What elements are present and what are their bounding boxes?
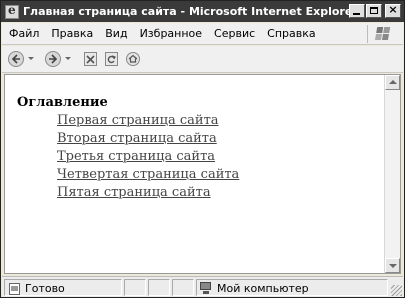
refresh-icon	[107, 55, 116, 64]
toc-item: Вторая страница сайта	[57, 131, 239, 149]
toc-link-1[interactable]: Первая страница сайта	[57, 113, 219, 128]
menu-bar: Файл Правка Вид Избранное Сервис Справка	[2, 23, 403, 45]
back-arrow-icon	[11, 54, 20, 64]
menu-file[interactable]: Файл	[2, 27, 45, 40]
status-pane-empty	[124, 279, 146, 296]
toc-link-2[interactable]: Вторая страница сайта	[57, 131, 217, 146]
arrow-up-icon	[389, 80, 397, 84]
windows-flag-icon	[374, 27, 392, 41]
stop-icon	[86, 55, 95, 64]
window-title: Главная страница сайта - Microsoft Inter…	[23, 5, 358, 18]
forward-dropdown[interactable]	[65, 57, 71, 60]
close-button[interactable]: ×	[385, 3, 401, 18]
menu-view[interactable]: Вид	[99, 27, 133, 40]
scroll-down-button[interactable]	[385, 258, 400, 273]
computer-icon	[200, 282, 212, 294]
toc-item: Пятая страница сайта	[57, 185, 239, 203]
toolbar	[2, 46, 403, 73]
close-icon: ×	[388, 3, 398, 16]
toc-item: Четвертая страница сайта	[57, 167, 239, 185]
menu-tools[interactable]: Сервис	[208, 27, 261, 40]
toc-list: Первая страница сайта Вторая страница са…	[57, 113, 239, 203]
menu-help[interactable]: Справка	[261, 27, 321, 40]
status-bar: Готово Мой компьютер	[2, 276, 403, 297]
minimize-button[interactable]	[349, 4, 365, 18]
menu-edit[interactable]: Правка	[45, 27, 99, 40]
toc-heading: Оглавление	[17, 95, 108, 110]
status-pane-empty	[172, 279, 194, 296]
forward-button[interactable]	[45, 51, 61, 67]
menu-favorites[interactable]: Избранное	[134, 27, 208, 40]
ie-icon[interactable]	[5, 3, 19, 19]
forward-arrow-icon	[49, 54, 58, 64]
scroll-up-button[interactable]	[385, 75, 400, 90]
title-bar[interactable]: Главная страница сайта - Microsoft Inter…	[1, 1, 404, 22]
minimize-icon	[353, 13, 360, 15]
toc-link-4[interactable]: Четвертая страница сайта	[57, 167, 239, 182]
status-pane-empty	[148, 279, 170, 296]
home-button[interactable]	[125, 51, 141, 67]
page-icon	[9, 283, 20, 295]
browser-window: Главная страница сайта - Microsoft Inter…	[0, 0, 405, 298]
maximize-button[interactable]	[366, 4, 382, 18]
home-icon	[126, 52, 140, 66]
vertical-scrollbar[interactable]	[384, 75, 400, 273]
maximize-icon	[370, 7, 378, 14]
refresh-button[interactable]	[105, 52, 118, 66]
windows-logo	[367, 25, 397, 43]
page-content: Оглавление Первая страница сайта Вторая …	[17, 95, 239, 203]
zone-text: Мой компьютер	[217, 282, 309, 295]
status-pane: Готово	[4, 279, 122, 296]
back-dropdown[interactable]	[28, 57, 34, 60]
back-button[interactable]	[8, 51, 24, 67]
resize-grip[interactable]	[391, 285, 402, 296]
status-text: Готово	[25, 282, 65, 295]
page-viewport[interactable]: Оглавление Первая страница сайта Вторая …	[4, 74, 401, 274]
arrow-down-icon	[389, 264, 397, 268]
toc-item: Третья страница сайта	[57, 149, 239, 167]
zone-pane: Мой компьютер	[196, 279, 388, 296]
toc-link-5[interactable]: Пятая страница сайта	[57, 185, 211, 200]
stop-button[interactable]	[84, 52, 97, 66]
toc-link-3[interactable]: Третья страница сайта	[57, 149, 215, 164]
toc-item: Первая страница сайта	[57, 113, 239, 131]
window-controls: ×	[349, 3, 401, 18]
